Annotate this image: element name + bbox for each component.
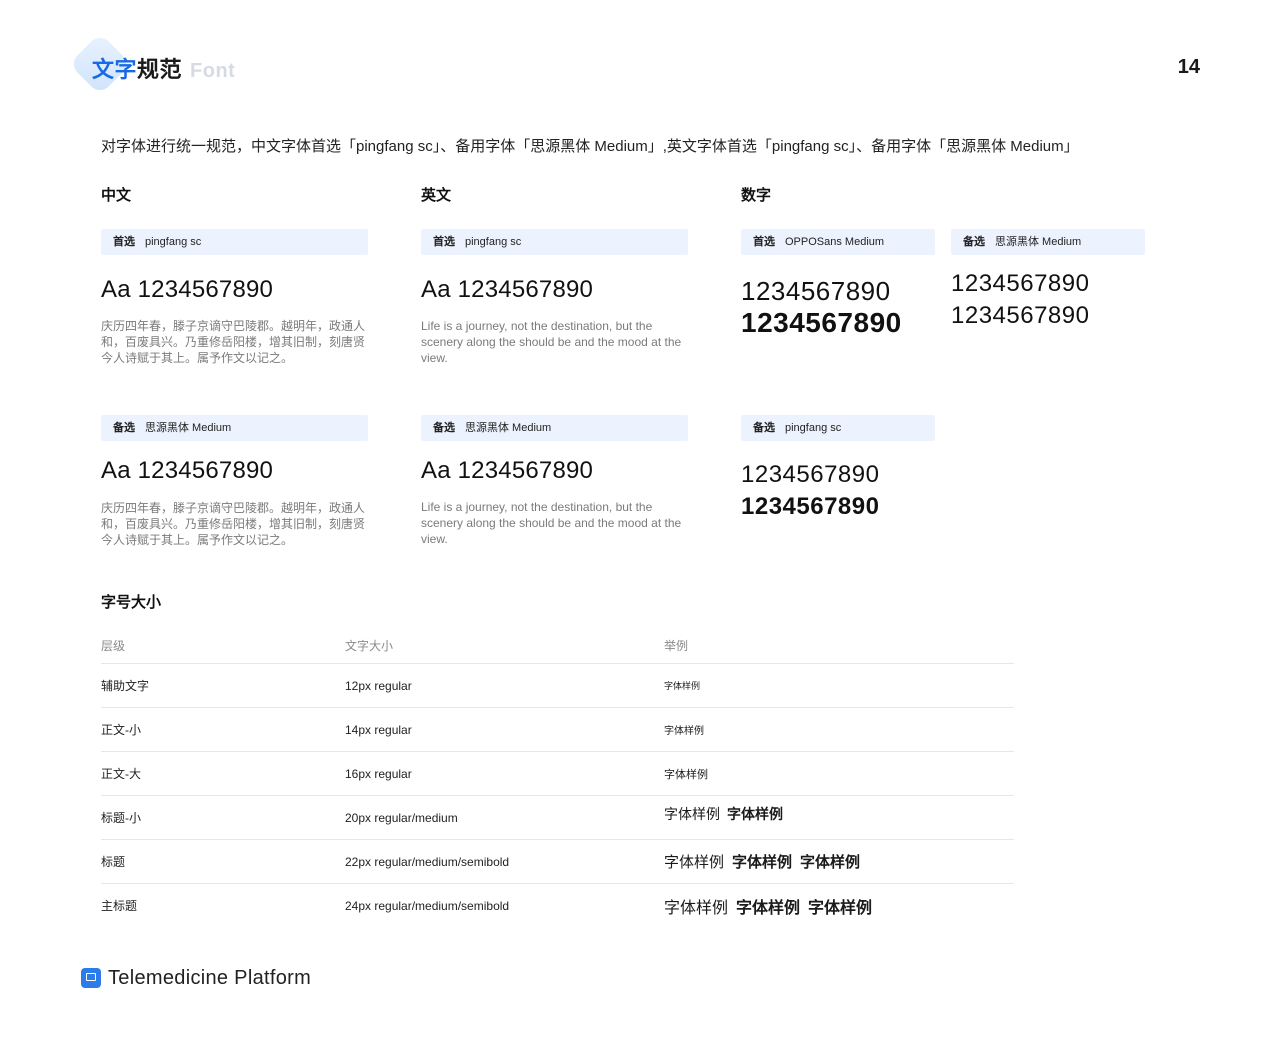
row-example: 字体样例 — [664, 708, 704, 751]
tag-font: OPPOSans Medium — [785, 236, 885, 248]
row-level: 正文-小 — [101, 723, 141, 737]
header-size: 文字大小 — [345, 638, 394, 653]
tag-key: 首选 — [433, 236, 455, 248]
numbers-column-title: 数字 — [741, 187, 772, 204]
tag-key: 首选 — [753, 236, 775, 248]
numbers-primary-bold: 1234567890 — [741, 307, 902, 338]
english-backup-sample: Aa 1234567890 — [421, 457, 594, 484]
table-row: 辅助文字 12px regular 字体样例 — [101, 664, 1014, 708]
tag-key: 首选 — [113, 236, 135, 248]
numbers-alternate-tag: 备选 思源黑体 Medium — [951, 229, 1145, 255]
example-text: 字体样例 — [664, 726, 704, 737]
row-level: 主标题 — [101, 899, 138, 913]
size-section-title: 字号大小 — [101, 594, 162, 611]
row-example: 字体样例 字体样例 — [664, 792, 783, 835]
tag-font: pingfang sc — [785, 422, 842, 434]
row-example: 字体样例 — [664, 664, 700, 707]
monitor-icon — [81, 968, 101, 988]
numbers-backup-bold: 1234567890 — [741, 493, 880, 520]
tag-font: pingfang sc — [145, 236, 202, 248]
example-text: 字体样例 — [664, 768, 708, 781]
numbers-backup-regular: 1234567890 — [741, 461, 880, 488]
page-title-rest: 规范 — [137, 57, 183, 82]
font-size-table: 层级 文字大小 举例 辅助文字 12px regular 字体样例 正文-小 1… — [101, 627, 1014, 927]
example-text: 字体样例 — [664, 899, 729, 917]
table-row: 正文-小 14px regular 字体样例 — [101, 708, 1014, 752]
example-text: 字体样例 — [732, 854, 793, 871]
row-level: 辅助文字 — [101, 679, 150, 693]
english-primary-paragraph: Life is a journey, not the destination, … — [421, 319, 682, 365]
row-size: 14px regular — [345, 722, 412, 737]
table-row: 标题 22px regular/medium/semibold 字体样例 字体样… — [101, 840, 1014, 884]
table-header: 层级 文字大小 举例 — [101, 627, 1014, 664]
example-text: 字体样例 — [808, 899, 873, 917]
tag-key: 备选 — [753, 422, 775, 434]
table-row: 标题-小 20px regular/medium 字体样例 字体样例 — [101, 796, 1014, 840]
numbers-backup-tag: 备选 pingfang sc — [741, 415, 935, 441]
chinese-backup-paragraph: 庆历四年春，滕子京谪守巴陵郡。越明年，政通人和，百废具兴。乃重修岳阳楼，增其旧制… — [101, 501, 366, 547]
row-example: 字体样例 字体样例 字体样例 — [664, 884, 872, 927]
tag-key: 备选 — [963, 236, 985, 248]
chinese-column-title: 中文 — [101, 187, 132, 204]
page-title-highlight: 文字 — [92, 57, 138, 82]
chinese-primary-sample: Aa 1234567890 — [101, 276, 274, 303]
table-row: 正文-大 16px regular 字体样例 — [101, 752, 1014, 796]
header-level: 层级 — [101, 638, 126, 653]
numbers-primary-tag: 首选 OPPOSans Medium — [741, 229, 935, 255]
example-text: 字体样例 — [736, 899, 801, 917]
tag-key: 备选 — [433, 422, 455, 434]
tag-font: 思源黑体 Medium — [145, 422, 232, 434]
page-number: 14 — [1177, 56, 1200, 78]
row-size: 24px regular/medium/semibold — [345, 898, 510, 913]
row-level: 正文-大 — [101, 767, 141, 781]
row-size: 20px regular/medium — [345, 810, 458, 825]
page-title: 文字规范 Font — [92, 52, 235, 84]
example-text: 字体样例 — [664, 681, 701, 691]
english-primary-sample: Aa 1234567890 — [421, 276, 594, 303]
row-level: 标题-小 — [101, 811, 141, 825]
tag-font: 思源黑体 Medium — [465, 422, 552, 434]
header-example: 举例 — [664, 638, 689, 653]
tag-font: 思源黑体 Medium — [995, 236, 1082, 248]
row-example: 字体样例 — [664, 752, 708, 795]
intro-text: 对字体进行统一规范，中文字体首选「pingfang sc」、备用字体「思源黑体 … — [101, 138, 1079, 155]
english-backup-paragraph: Life is a journey, not the destination, … — [421, 500, 682, 546]
chinese-backup-tag: 备选 思源黑体 Medium — [101, 415, 368, 441]
footer-brand: Telemedicine Platform — [108, 967, 312, 989]
row-example: 字体样例 字体样例 字体样例 — [664, 840, 860, 883]
example-text: 字体样例 — [664, 854, 725, 871]
english-column-title: 英文 — [421, 187, 452, 204]
numbers-alternate-bold: 1234567890 — [951, 302, 1090, 329]
chinese-primary-paragraph: 庆历四年春，滕子京谪守巴陵郡。越明年，政通人和，百废具兴。乃重修岳阳楼，增其旧制… — [101, 319, 366, 365]
english-backup-tag: 备选 思源黑体 Medium — [421, 415, 688, 441]
row-level: 标题 — [101, 855, 126, 869]
chinese-backup-sample: Aa 1234567890 — [101, 457, 274, 484]
example-text: 字体样例 — [664, 805, 720, 822]
tag-key: 备选 — [113, 422, 135, 434]
row-size: 22px regular/medium/semibold — [345, 854, 510, 869]
example-text: 字体样例 — [727, 805, 783, 822]
english-primary-tag: 首选 pingfang sc — [421, 229, 688, 255]
chinese-primary-tag: 首选 pingfang sc — [101, 229, 368, 255]
example-text: 字体样例 — [800, 854, 861, 871]
table-row: 主标题 24px regular/medium/semibold 字体样例 字体… — [101, 884, 1014, 927]
row-size: 16px regular — [345, 766, 412, 781]
page-subtitle: Font — [190, 60, 236, 82]
row-size: 12px regular — [345, 678, 412, 693]
numbers-alternate-regular: 1234567890 — [951, 270, 1090, 297]
tag-font: pingfang sc — [465, 236, 522, 248]
numbers-primary-regular: 1234567890 — [741, 276, 891, 306]
